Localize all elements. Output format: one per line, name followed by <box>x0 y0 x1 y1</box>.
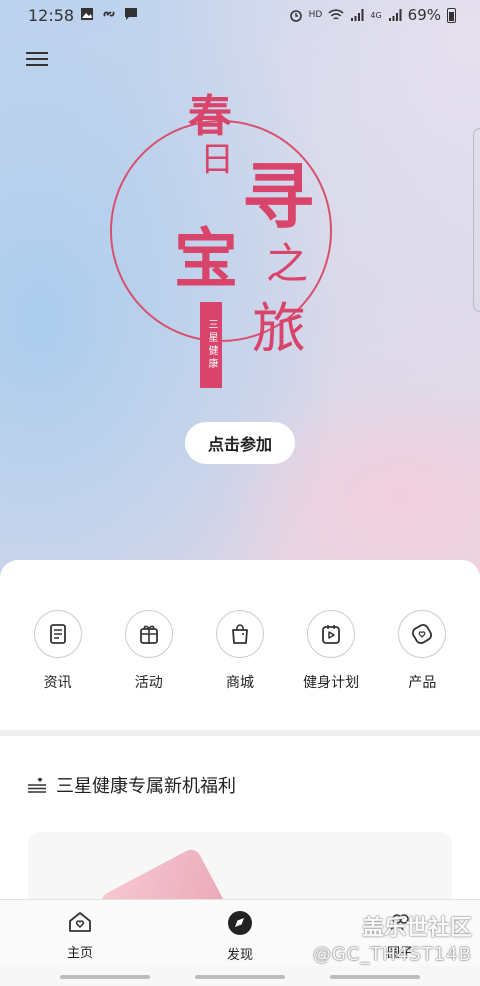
nav-discover[interactable]: 发现 <box>160 900 320 966</box>
nav-handle[interactable] <box>330 975 420 979</box>
section-header: 三星健康专属新机福利 <box>26 772 236 798</box>
wifi-icon <box>328 9 344 20</box>
link-icon <box>103 11 115 17</box>
notification-icons <box>80 7 138 21</box>
logo-char: 宝 <box>174 223 238 297</box>
menu-line <box>26 58 48 60</box>
watch-icon <box>398 610 447 658</box>
compass-icon <box>228 911 252 935</box>
menu-button[interactable] <box>26 48 48 70</box>
category-label: 资讯 <box>43 675 72 691</box>
menu-line <box>26 64 48 66</box>
network-type-label: 4G <box>370 10 382 20</box>
message-icon <box>125 8 137 20</box>
watermark-user: @GC_TH4ST14B <box>312 944 472 965</box>
gift-icon <box>124 610 173 658</box>
nav-label: 发现 <box>226 948 253 963</box>
category-row: 资讯 活动 商城 健身计划 产品 <box>0 610 480 692</box>
category-store[interactable]: 商城 <box>204 610 276 692</box>
alarm-icon <box>289 10 302 22</box>
system-navigation-bar <box>0 966 480 986</box>
home-heart-icon <box>69 912 91 932</box>
category-products[interactable]: 产品 <box>386 610 458 692</box>
logo-char: 寻 <box>242 155 315 239</box>
logo-char: 旅 <box>252 297 306 360</box>
join-button[interactable]: 点击参加 <box>185 422 295 464</box>
section-title: 三星健康专属新机福利 <box>56 776 236 797</box>
menu-line <box>26 52 48 54</box>
news-icon <box>33 610 82 658</box>
heart-lines-icon <box>28 778 46 793</box>
category-fitness-plan[interactable]: 健身计划 <box>295 610 367 692</box>
battery-percent: 69% <box>407 6 441 24</box>
signal-icon-2 <box>388 9 402 21</box>
nav-label: 主页 <box>66 946 93 961</box>
status-bar: 12:58 HD 4G 69% <box>0 0 480 32</box>
edge-panel-handle[interactable] <box>473 128 480 312</box>
section-divider <box>0 730 480 736</box>
image-icon <box>81 8 93 20</box>
logo-char: 日 <box>200 140 234 180</box>
category-label: 健身计划 <box>303 675 360 691</box>
play-calendar-icon <box>307 610 356 658</box>
category-label: 商城 <box>225 675 254 691</box>
watermark-community: 盖乐世社区 <box>361 916 472 941</box>
content-sheet: 资讯 活动 商城 健身计划 产品 三星健康专属新机福利 <box>0 560 480 932</box>
category-label: 产品 <box>408 675 437 691</box>
spring-treasure-hunt-logo[interactable]: 春 日 寻 宝 之 旅 三星健康 <box>100 80 350 390</box>
system-status-icons: HD 4G 69% <box>289 6 456 24</box>
category-news[interactable]: 资讯 <box>22 610 94 692</box>
nav-handle[interactable] <box>60 975 150 979</box>
logo-char: 之 <box>266 239 309 288</box>
hd-label: HD <box>308 10 323 20</box>
category-label: 活动 <box>134 675 163 691</box>
battery-icon <box>447 7 456 23</box>
logo-tag: 三星健康 <box>200 302 222 388</box>
nav-home[interactable]: 主页 <box>0 900 160 966</box>
shopping-bag-icon <box>215 610 264 658</box>
category-events[interactable]: 活动 <box>113 610 185 692</box>
nav-handle[interactable] <box>195 975 285 979</box>
status-time: 12:58 <box>28 6 75 25</box>
signal-icon <box>351 9 364 21</box>
